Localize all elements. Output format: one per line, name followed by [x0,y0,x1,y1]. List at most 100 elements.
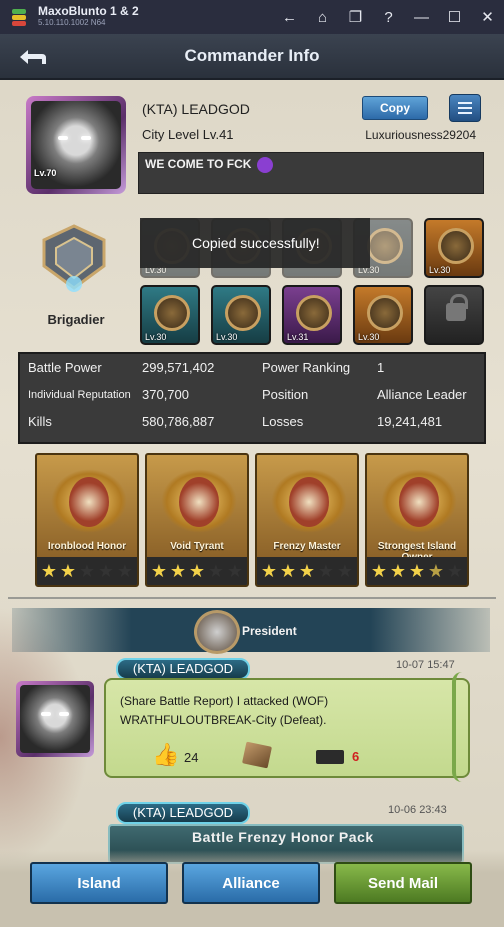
star-icon: ★ [260,561,278,581]
lock-icon [446,294,468,321]
kills-value: 580,786,887 [142,414,215,429]
battle-report-icon[interactable] [241,741,273,769]
honor-pack-title: Battle Frenzy Honor Pack [192,829,374,845]
honor-stars: ★ ★ ★ ★ ★ [257,557,357,585]
battle-power-label: Battle Power [28,360,102,375]
back-arrow-icon[interactable]: ← [273,0,306,34]
motto-text: WE COME TO FCK [145,157,252,172]
president-label: President [242,624,297,638]
star-icon: ★ [207,561,225,581]
badge-level: Lv.31 [287,332,309,342]
message-time: 10-07 15:47 [396,659,455,671]
message-bubble[interactable]: (Share Battle Report) I attacked (WOF) W… [104,672,470,782]
star-icon: ★ [116,561,134,581]
devil-emoji-icon [256,157,273,173]
copy-button[interactable]: Copy [362,96,428,120]
star-icon: ★ [226,561,244,581]
honor-badge[interactable]: Lv.31 [282,285,342,345]
star-icon: ★ [446,561,464,581]
star-icon: ★ [336,561,354,581]
honor-card[interactable]: Void Tyrant ★ ★ ★ ★ ★ [145,453,249,587]
star-icon: ★ [150,561,168,581]
honor-emblem-icon [179,477,219,527]
losses-value: 19,241,481 [377,414,443,429]
section-divider [8,597,496,599]
like-count: 24 [184,750,199,765]
losses-label: Losses [262,414,304,429]
honor-stars: ★ ★ ★ ★ ★ [37,557,137,585]
comment-count: 6 [352,749,360,764]
honor-stars: ★ ★ ★ ★ ★ [367,557,467,585]
star-icon: ★ [188,561,206,581]
badge-emblem-icon [296,295,332,331]
honor-badge[interactable] [424,285,484,345]
honor-badge[interactable]: Lv.30 [424,218,484,278]
menu-button[interactable] [449,94,481,122]
avatar[interactable] [26,96,126,194]
rank-emblem[interactable] [34,222,114,298]
president-avatar[interactable] [194,610,240,654]
badge-emblem-icon [154,295,190,331]
luxuriousness: Luxuriousness29204 [365,128,476,142]
star-icon: ★ [370,561,388,581]
power-ranking-value: 1 [377,360,385,375]
alliance-button[interactable]: Alliance [182,862,320,904]
honor-emblem-icon [399,477,439,527]
star-icon: ★ [40,561,58,581]
stats-panel: Battle Power 299,571,402 Power Ranking 1… [18,352,486,444]
star-icon: ★ [169,561,187,581]
island-button[interactable]: Island [30,862,168,904]
message-author-tag[interactable]: (KTA) LEADGOD [116,658,250,680]
honor-card[interactable]: Frenzy Master ★ ★ ★ ★ ★ [255,453,359,587]
position-value: Alliance Leader [377,387,467,402]
message-author-tag[interactable]: (KTA) LEADGOD [116,802,250,824]
rank-title: Brigadier [47,312,105,327]
emulator-logo-icon [8,6,30,28]
bamboo-decoration [452,672,474,782]
emulator-title-bar: MaxoBlunto 1 & 2 5.10.110.1002 N64 ← ⌂ ❐? —… [0,0,504,34]
honor-stars: ★ ★ ★ ★ ★ [147,557,247,585]
star-icon: ★ [279,561,297,581]
maximize-icon[interactable]: ☐ [438,0,471,34]
honor-card[interactable]: Strongest Island Owner★★★★★ [365,453,469,587]
motto-box: WE COME TO FCK [138,152,484,194]
player-name: (KTA) LEADGOD [142,101,250,117]
badge-emblem-icon [438,228,474,264]
close-icon[interactable]: ✕ [471,0,504,34]
send-mail-button[interactable]: Send Mail [334,862,472,904]
battle-power-value: 299,571,402 [142,360,215,375]
star-icon: ★ [389,561,407,581]
comment-icon[interactable] [316,750,344,764]
position-label: Position [262,387,309,402]
star-icon: ★ [59,561,77,581]
honor-badge[interactable]: Lv.30 [211,285,271,345]
minimize-icon[interactable]: — [405,0,438,34]
city-level: City Level Lv.41 [142,127,234,142]
badge-level: Lv.30 [145,332,167,342]
badge-emblem-icon [367,228,403,264]
message-text: (Share Battle Report) I attacked (WOF) W… [120,694,329,727]
kills-label: Kills [28,414,52,429]
honor-badge[interactable]: Lv.30 [353,285,413,345]
star-icon: ★ [408,561,426,581]
star-icon: ★ [317,561,335,581]
honor-badge[interactable]: Lv.30 [140,285,200,345]
power-ranking-label: Power Ranking [262,360,351,375]
thumbs-up-icon[interactable]: 👍 [152,742,179,768]
star-icon: ★ [427,561,445,581]
message-avatar[interactable] [16,681,94,757]
page-title: Commander Info [184,46,320,65]
toast-message: Copied successfully! [140,218,370,268]
honor-card[interactable]: Ironblood Honor ★ ★ ★ ★ ★ [35,453,139,587]
honor-emblem-icon [69,477,109,527]
emulator-name: MaxoBlunto 1 & 2 [38,4,139,18]
badge-level: Lv.30 [358,332,380,342]
star-icon: ★ [97,561,115,581]
help-icon[interactable]: ? [372,0,405,34]
multi-window-icon[interactable]: ❐ [339,0,372,34]
home-icon[interactable]: ⌂ [306,0,339,34]
reputation-label: Individual Reputation [28,389,131,401]
emulator-version: 5.10.110.1002 N64 [38,18,106,27]
badge-level: Lv.30 [429,265,451,275]
honor-name: Void Tyrant [170,541,224,552]
